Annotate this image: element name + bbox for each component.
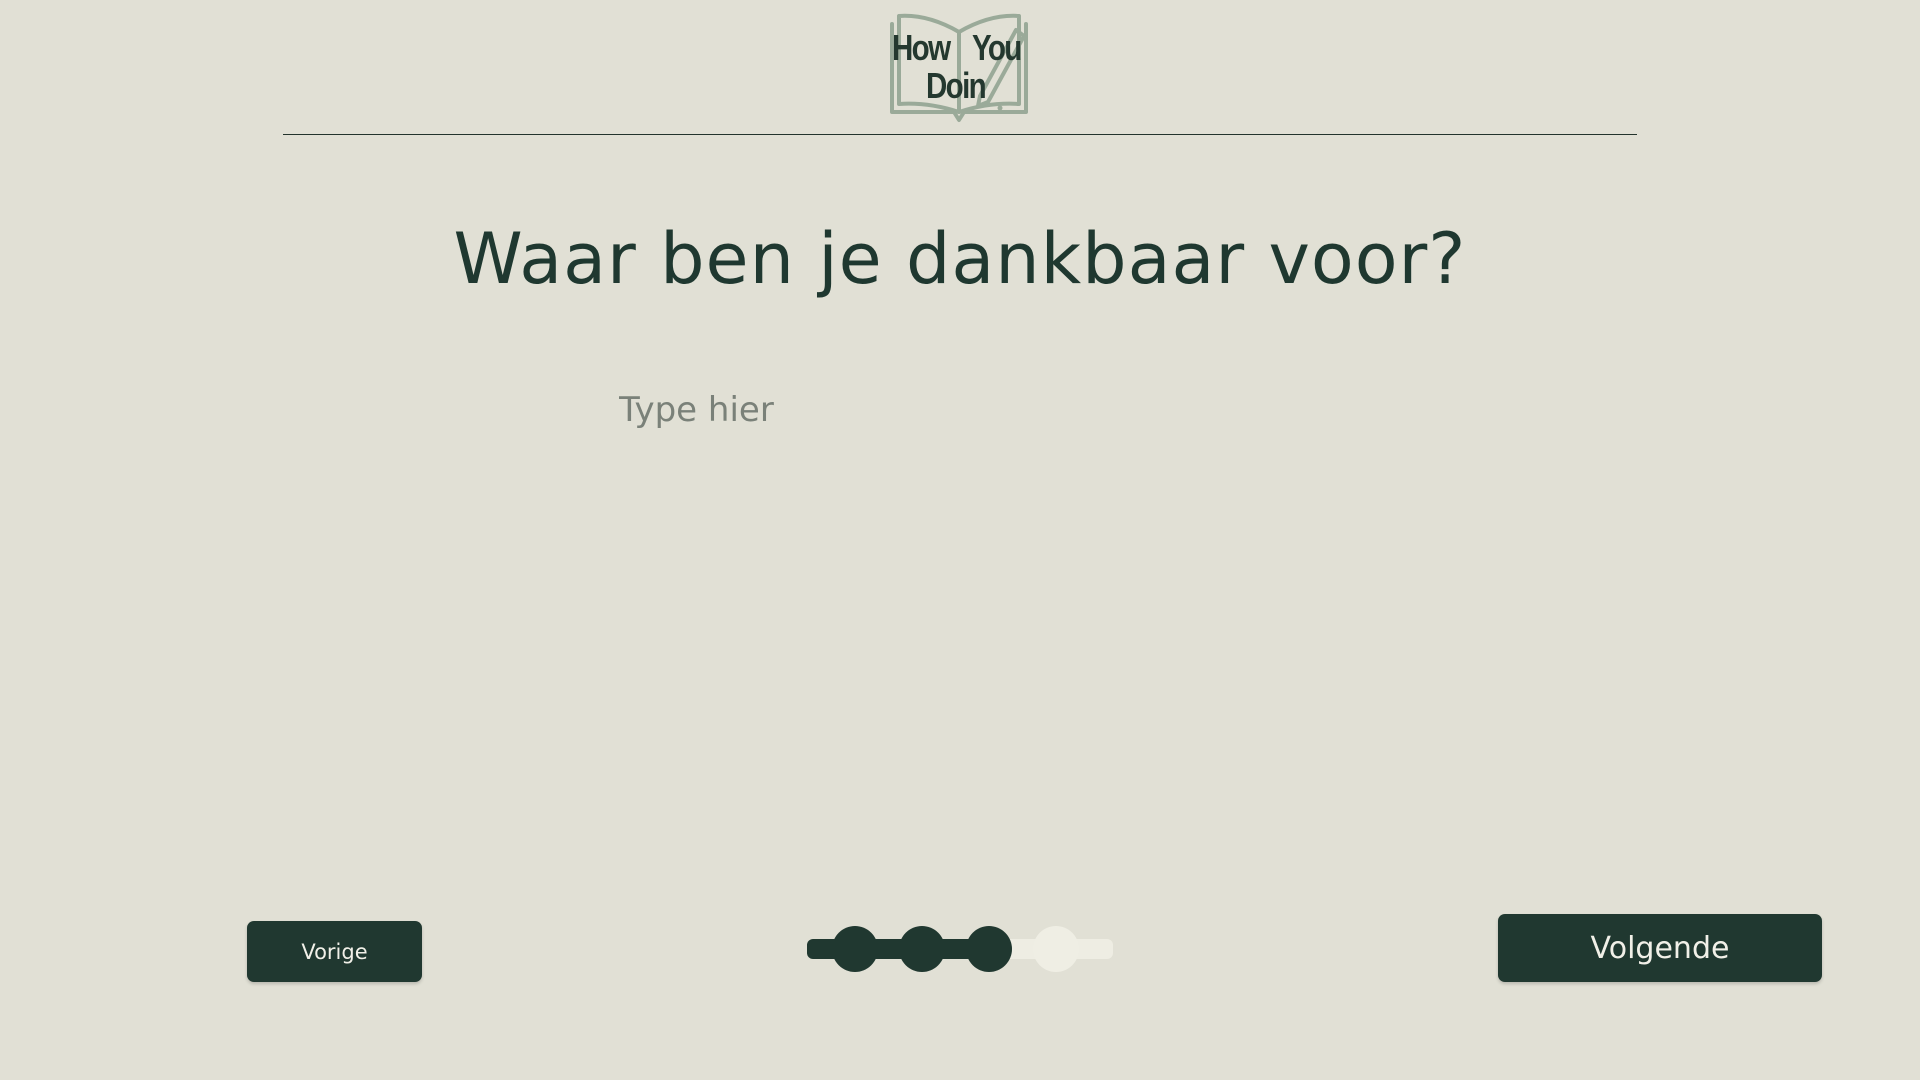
logo-word-you: You bbox=[972, 27, 1022, 68]
progress-step-3 bbox=[966, 926, 1012, 972]
progress-step-2 bbox=[899, 926, 945, 972]
progress-step-1 bbox=[832, 926, 878, 972]
logo-word-how: How bbox=[892, 27, 951, 68]
answer-input[interactable] bbox=[615, 380, 1323, 440]
previous-button[interactable]: Vorige bbox=[247, 921, 422, 982]
logo-word-doin: Doin bbox=[926, 65, 987, 106]
next-button[interactable]: Volgende bbox=[1498, 914, 1822, 982]
progress-indicator bbox=[807, 926, 1113, 972]
header-divider bbox=[283, 134, 1637, 135]
question-title: Waar ben je dankbaar voor? bbox=[453, 218, 1467, 300]
progress-step-4 bbox=[1033, 926, 1079, 972]
journal-question-page: How You Doin Waar ben je dankbaar voor? … bbox=[0, 0, 1920, 1080]
how-you-doin-logo: How You Doin bbox=[888, 12, 1030, 124]
